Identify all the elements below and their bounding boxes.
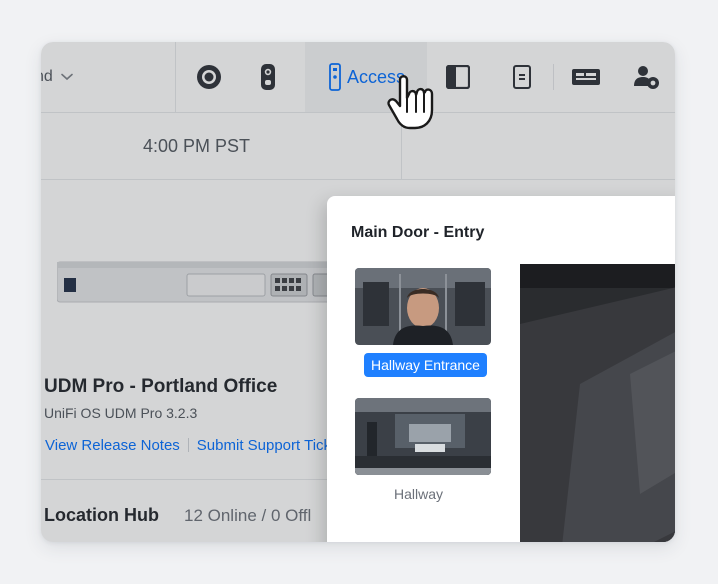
camera-thumbnail-hallway[interactable]: [355, 398, 491, 475]
hand-cursor-icon: [386, 72, 438, 137]
app-window: nd Access 4:: [41, 42, 675, 542]
camera-label-hallway[interactable]: Hallway: [394, 486, 443, 502]
panel-title: Main Door - Entry: [351, 224, 485, 241]
camera-label-hallway-entrance[interactable]: Hallway Entrance: [364, 353, 487, 377]
door-camera-panel: Main Door - Entry Hallway Entrance Hallw…: [327, 196, 675, 542]
camera-thumbnail-hallway-entrance[interactable]: [355, 268, 491, 345]
live-video-feed: [520, 264, 675, 542]
